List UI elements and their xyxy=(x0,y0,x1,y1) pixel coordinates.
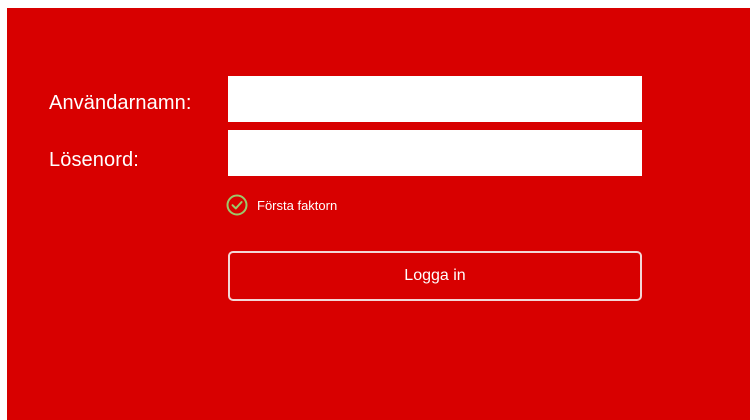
first-factor-status: Första faktorn xyxy=(226,194,337,216)
login-panel: Användarnamn: Lösenord: Första faktorn L… xyxy=(7,8,750,420)
password-label: Lösenord: xyxy=(49,149,139,171)
first-factor-label: Första faktorn xyxy=(257,197,338,213)
username-label: Användarnamn: xyxy=(49,92,192,114)
username-field[interactable] xyxy=(228,76,642,122)
login-button[interactable]: Logga in xyxy=(228,251,642,301)
check-circle-icon xyxy=(226,194,248,216)
password-field[interactable] xyxy=(228,130,642,176)
